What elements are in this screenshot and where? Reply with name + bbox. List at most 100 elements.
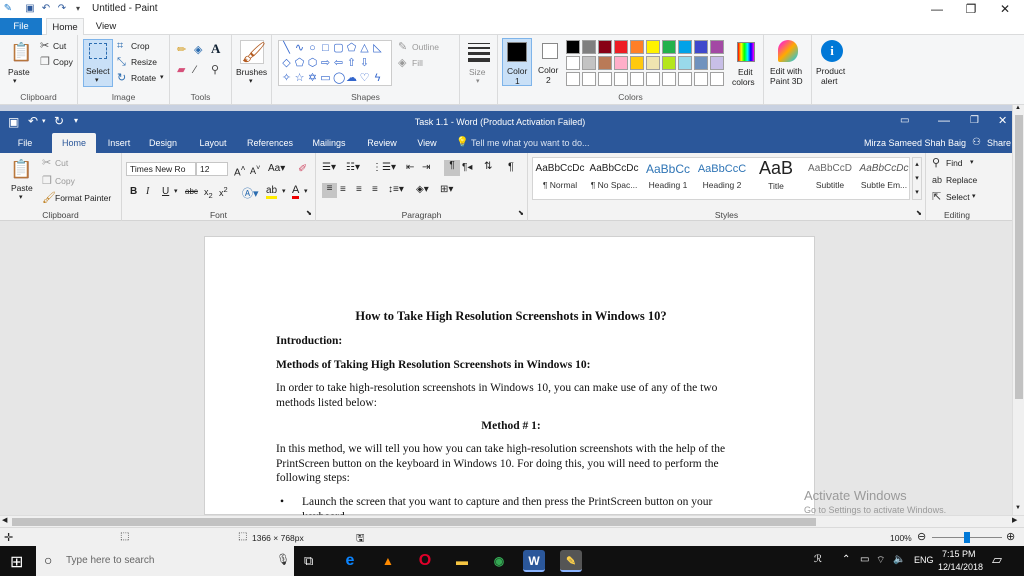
vertical-scrollbar[interactable]: ▲ ▼ (1012, 105, 1024, 515)
heart-shape-icon[interactable]: ♡ (359, 73, 370, 84)
oval-shape-icon[interactable]: ○ (307, 43, 318, 54)
product-alert-button[interactable]: Product (816, 66, 845, 76)
left-arrow-shape-icon[interactable]: ⇦ (333, 58, 344, 69)
curve-shape-icon[interactable]: ∿ (294, 43, 305, 54)
align-right-icon[interactable]: ≡ (356, 184, 362, 195)
chevron-down-icon[interactable]: ▾ (13, 77, 17, 85)
chrome-icon[interactable]: ◉ (488, 550, 510, 572)
palette-color-swatch[interactable] (694, 56, 708, 70)
scroll-left-icon[interactable]: ◀ (2, 516, 7, 524)
clock-time[interactable]: 7:15 PM (942, 549, 976, 559)
chevron-down-icon[interactable]: ▾ (282, 187, 286, 195)
battery-icon[interactable]: ▭ (860, 554, 869, 565)
restore-button[interactable]: ❐ (970, 115, 979, 126)
text-icon[interactable]: A (211, 42, 220, 55)
styles-scroll[interactable]: ▴ ▾ ▾ (912, 157, 922, 200)
superscript-icon[interactable]: x2 (219, 185, 228, 198)
microphone-icon[interactable]: 🎙 (276, 553, 290, 566)
redo-icon[interactable]: ↷ (56, 3, 68, 15)
palette-color-swatch[interactable] (598, 72, 612, 86)
minimize-button[interactable]: — (920, 0, 954, 18)
palette-color-swatch[interactable] (566, 56, 580, 70)
taskbar-search-box[interactable]: ○ Type here to search 🎙 (36, 546, 294, 576)
maximize-button[interactable]: ❐ (954, 0, 988, 18)
opera-icon[interactable]: O (414, 550, 436, 572)
subscript-icon[interactable]: x2 (204, 187, 213, 200)
borders-icon[interactable]: ⊞▾ (440, 184, 453, 195)
paste-button[interactable]: Paste (8, 67, 30, 77)
palette-color-swatch[interactable] (694, 72, 708, 86)
chevron-down-icon[interactable]: ▾ (972, 192, 976, 200)
highlight-color-icon[interactable]: ab (266, 185, 278, 199)
color1-button[interactable]: Color 1 (502, 38, 532, 86)
volume-icon[interactable]: 🔈 (893, 554, 905, 565)
palette-color-swatch[interactable] (646, 40, 660, 54)
style-subtitle[interactable]: AaBbCcD Subtitle (803, 157, 857, 199)
save-icon[interactable]: ▣ (8, 115, 19, 129)
edit-paint3d-button[interactable]: Edit with (770, 66, 802, 76)
palette-color-swatch[interactable] (662, 56, 676, 70)
resize-button[interactable]: Resize (131, 57, 157, 67)
palette-color-swatch[interactable] (678, 56, 692, 70)
minimize-button[interactable]: — (938, 113, 950, 127)
ribbon-display-options-icon[interactable]: ▭ (900, 115, 909, 126)
italic-button[interactable]: I (146, 186, 149, 197)
user-name[interactable]: Mirza Sameed Shah Baig (864, 138, 966, 148)
rounded-rectangle-shape-icon[interactable]: ▢ (333, 43, 344, 54)
people-icon[interactable]: ℛ (814, 554, 822, 565)
decrease-indent-icon[interactable]: ⇤ (406, 162, 414, 173)
undo-icon[interactable]: ↶ (28, 114, 38, 128)
polygon-shape-icon[interactable]: ⬠ (346, 43, 357, 54)
share-button[interactable]: Share (987, 138, 1011, 148)
horizontal-scrollbar[interactable]: ◀ ▶ (0, 515, 1024, 527)
up-arrow-shape-icon[interactable]: ⇧ (346, 58, 357, 69)
customize-toolbar-icon[interactable]: ▾ (72, 3, 84, 15)
customize-toolbar-icon[interactable]: ▾ (74, 116, 78, 125)
align-left-icon[interactable]: ≡ (322, 183, 337, 198)
paint-view-tab[interactable]: View (88, 18, 124, 35)
palette-color-swatch[interactable] (598, 56, 612, 70)
shading-icon[interactable]: ◈▾ (416, 184, 429, 195)
horizontal-scroll-thumb[interactable] (12, 518, 816, 526)
tell-me-search[interactable]: Tell me what you want to do... (471, 138, 590, 148)
rtl-text-direction-icon[interactable]: ¶◂ (462, 162, 472, 173)
hexagon-shape-icon[interactable]: ⬡ (307, 58, 318, 69)
vlc-icon[interactable]: ▲ (377, 550, 399, 572)
shapes-gallery[interactable]: ╲ ∿ ○ □ ▢ ⬠ △ ◺ ◇ ⬠ ⬡ ⇨ ⇦ ⇧ ⇩ ✧ ☆ ✡ ▭ ◯ … (278, 40, 392, 86)
palette-color-swatch[interactable] (662, 40, 676, 54)
outline-button[interactable]: Outline (412, 42, 439, 52)
undo-icon[interactable]: ↶ (40, 3, 52, 15)
word-design-tab[interactable]: Design (144, 133, 182, 153)
rotate-button[interactable]: Rotate (131, 73, 156, 83)
paint-home-tab[interactable]: Home (46, 18, 84, 35)
pentagon-shape-icon[interactable]: ⬠ (294, 58, 305, 69)
style-subtle-emphasis[interactable]: AaBbCcDc Subtle Em... (857, 157, 911, 199)
style-normal[interactable]: AaBbCcDc ¶ Normal (533, 157, 587, 199)
replace-button[interactable]: Replace (946, 175, 977, 185)
palette-color-swatch[interactable] (582, 40, 596, 54)
bold-button[interactable]: B (130, 186, 137, 197)
palette-color-swatch[interactable] (678, 72, 692, 86)
bullets-icon[interactable]: ☰▾ (322, 162, 336, 173)
line-width-icon[interactable] (468, 43, 490, 62)
font-color-icon[interactable]: A (292, 184, 300, 199)
redo-icon[interactable]: ↻ (54, 114, 64, 128)
palette-color-swatch[interactable] (710, 72, 724, 86)
chevron-down-icon[interactable]: ▾ (174, 187, 178, 195)
scroll-up-icon[interactable]: ▲ (1015, 105, 1021, 111)
language-indicator[interactable]: ENG (914, 555, 934, 565)
oval-callout-shape-icon[interactable]: ◯ (333, 73, 345, 84)
vertical-scroll-thumb[interactable] (1015, 115, 1023, 399)
font-size-dropdown[interactable]: 12 (196, 162, 228, 176)
palette-color-swatch[interactable] (678, 40, 692, 54)
edit-colors-button[interactable]: Edit colors (732, 39, 760, 87)
callout-shape-icon[interactable]: ▭ (320, 73, 331, 84)
save-icon[interactable]: ▣ (24, 3, 36, 15)
text-effects-icon[interactable]: Ⓐ▾ (242, 185, 259, 201)
size-button[interactable]: Size (469, 67, 486, 77)
palette-color-swatch[interactable] (614, 72, 628, 86)
task-view-icon[interactable]: ⧉ (304, 553, 313, 569)
zoom-in-button[interactable]: ⊕ (1006, 530, 1015, 543)
word-mailings-tab[interactable]: Mailings (308, 133, 350, 153)
word-layout-tab[interactable]: Layout (194, 133, 232, 153)
